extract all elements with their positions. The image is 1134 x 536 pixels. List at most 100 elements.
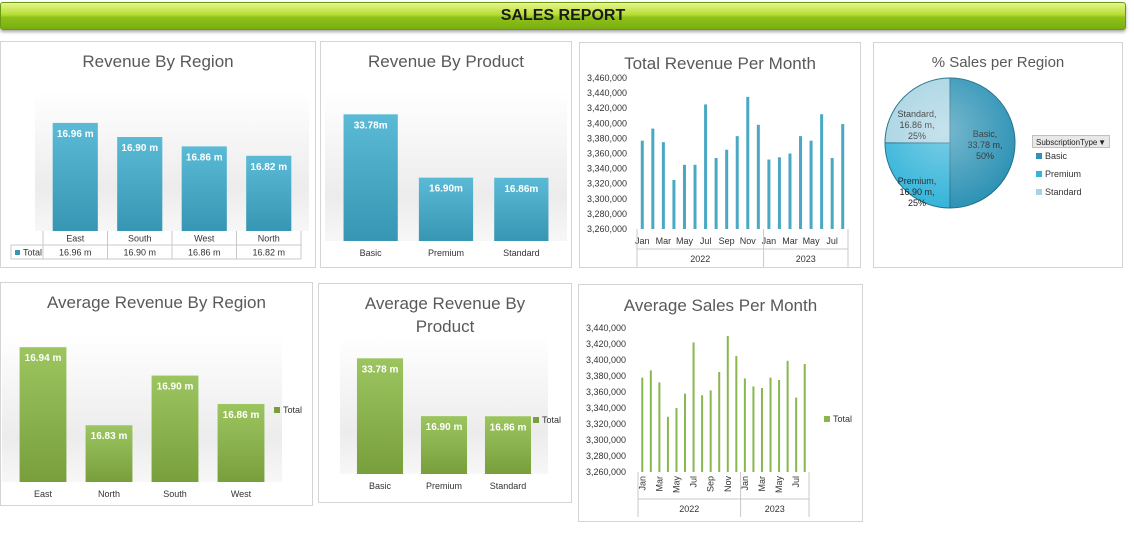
month-bar — [672, 179, 676, 229]
month-bar — [735, 136, 739, 229]
revenue-by-region-panel: Revenue By Region 16.96 m 16.90 m 16.86 m1… — [0, 41, 316, 268]
month-bar — [820, 114, 824, 229]
month-label: Nov — [723, 476, 733, 493]
month-bar — [786, 360, 789, 472]
category-label: North — [258, 234, 280, 244]
data-label: 16.86m — [504, 184, 538, 195]
legend-label: Premium — [1045, 169, 1081, 179]
month-bar — [760, 388, 763, 472]
y-tick-label: 3,400,000 — [587, 118, 627, 128]
bar-basic — [343, 114, 398, 241]
month-label: Sep — [719, 236, 735, 246]
month-bar — [693, 164, 697, 229]
table-value: 16.96 m — [59, 248, 92, 258]
avg-revenue-by-region-chart: 16.94 m East 16.83 m North 16.90 m South 16.86… — [2, 333, 302, 499]
month-bar — [788, 153, 792, 229]
dropdown-arrow-icon[interactable]: ▼ — [1098, 136, 1106, 149]
year-label: 2022 — [679, 504, 699, 514]
revenue-by-region-chart: 16.96 m 16.90 m 16.86 m 16.82 m Total East 16.… — [10, 90, 309, 260]
report-title-banner: SALES REPORT — [0, 2, 1126, 30]
y-tick-label: 3,320,000 — [587, 179, 627, 189]
category-label: South — [128, 234, 152, 244]
data-label: 16.86 m — [223, 410, 260, 421]
month-bar — [714, 158, 718, 229]
month-bar — [799, 136, 803, 229]
data-label: 16.90 m — [121, 143, 158, 154]
legend-key — [1036, 171, 1042, 177]
month-bar — [726, 336, 729, 472]
year-label: 2023 — [796, 254, 816, 264]
month-label: Jul — [689, 476, 699, 488]
avg-revenue-by-product-panel: Average Revenue By Product 33.78 m Basic 1… — [318, 283, 572, 503]
year-label: 2022 — [690, 254, 710, 264]
data-label: 16.86 m — [490, 422, 527, 433]
y-tick-label: 3,440,000 — [587, 88, 627, 98]
month-bar — [778, 380, 781, 472]
y-tick-label: 3,340,000 — [586, 403, 626, 413]
data-label: 33.78m — [354, 120, 388, 131]
avg-sales-per-month-panel: Average Sales Per Month 3,260,000 3,280,0… — [578, 284, 863, 522]
filter-label: SubscriptionType — [1036, 138, 1098, 147]
month-bar — [746, 96, 750, 229]
table-value: 16.82 m — [252, 248, 285, 258]
sales-per-region-pie: Basic,33.78 m,50%Premium,16.90 m,25%Stan… — [884, 77, 1082, 209]
legend-key — [824, 416, 830, 422]
month-bar — [651, 128, 655, 229]
avg-revenue-by-region-panel: Average Revenue By Region 16.94 m East 16.… — [0, 282, 313, 506]
month-bar — [649, 370, 652, 472]
month-bar — [675, 408, 678, 472]
y-tick-label: 3,300,000 — [586, 435, 626, 445]
month-bar — [666, 416, 669, 472]
y-tick-label: 3,460,000 — [587, 73, 627, 83]
month-bar — [803, 364, 806, 472]
data-label: 16.83 m — [91, 431, 128, 442]
table-value: 16.86 m — [188, 248, 221, 258]
month-bar — [841, 124, 845, 229]
category-label: Premium — [426, 481, 462, 491]
month-label: Jul — [826, 236, 838, 246]
year-label: 2023 — [765, 504, 785, 514]
month-bar — [641, 377, 644, 472]
month-bar — [658, 382, 661, 472]
month-label: May — [671, 476, 681, 494]
month-bar — [701, 395, 704, 472]
total-revenue-per-month-chart: 3,260,000 3,280,000 3,300,000 3,320,000 3,34… — [587, 73, 849, 267]
month-bar — [756, 124, 760, 229]
legend-label: Standard — [1045, 187, 1082, 197]
subscription-type-filter-button[interactable]: SubscriptionType ▼ — [1032, 135, 1110, 148]
legend-key — [274, 407, 280, 413]
data-label: 16.90 m — [157, 382, 194, 393]
month-bar — [767, 159, 771, 229]
category-label: East — [66, 234, 85, 244]
category-label: West — [194, 234, 215, 244]
revenue-by-product-panel: Revenue By Product 33.78m Basic 16.90m Prem… — [320, 41, 572, 268]
month-label: Sep — [706, 476, 716, 492]
bar-east — [19, 347, 67, 482]
y-tick-label: 3,260,000 — [587, 224, 627, 234]
revenue-by-product-chart: 33.78m Basic 16.90m Premium 16.86m Standard — [325, 91, 567, 258]
total-revenue-per-month-panel: Total Revenue Per Month 3,260,000 3,280,0… — [579, 42, 861, 268]
category-label: Standard — [503, 248, 540, 258]
legend-label: Total — [833, 414, 852, 424]
legend-label: Total — [283, 405, 302, 415]
month-bar — [640, 140, 644, 229]
category-label: North — [98, 489, 120, 499]
month-label: Mar — [757, 476, 767, 492]
month-label: Mar — [654, 476, 664, 492]
y-tick-label: 3,400,000 — [586, 355, 626, 365]
bar-basic — [356, 358, 404, 474]
month-bar — [809, 140, 813, 229]
category-label: Basic — [369, 481, 392, 491]
data-label: 16.90 m — [426, 422, 463, 433]
month-bar — [830, 158, 834, 229]
month-bar — [752, 386, 755, 472]
month-bar — [769, 377, 772, 472]
category-label: West — [231, 489, 252, 499]
table-value: 16.90 m — [123, 248, 156, 258]
month-bar — [735, 356, 738, 472]
month-label: Jan — [637, 476, 647, 491]
month-bar — [718, 372, 721, 472]
legend-label: Basic — [1045, 151, 1068, 161]
month-bar — [709, 390, 712, 472]
month-bar — [684, 393, 687, 472]
